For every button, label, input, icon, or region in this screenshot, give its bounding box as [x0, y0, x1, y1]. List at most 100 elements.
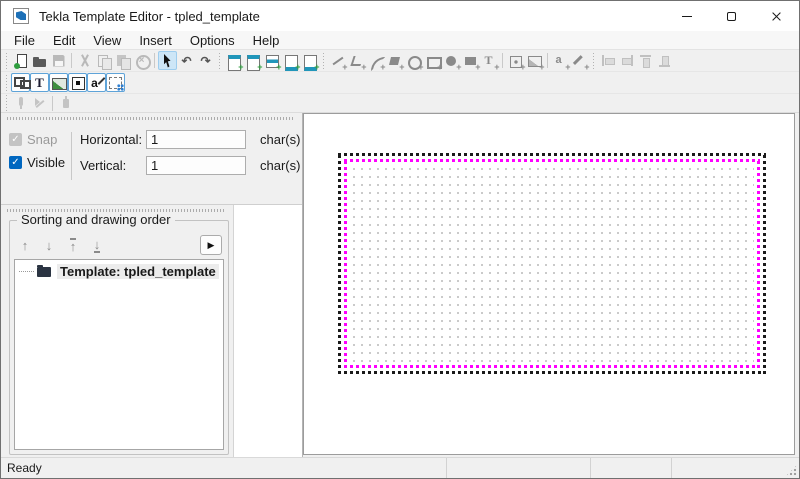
insert-header-button[interactable] — [224, 51, 243, 70]
toolbar-separator — [71, 53, 72, 68]
add-polygon-button[interactable] — [385, 51, 404, 70]
insert-page-footer-icon — [283, 53, 299, 69]
flt-value-field-button[interactable] — [87, 73, 106, 92]
add-filled-circle-button[interactable] — [442, 51, 461, 70]
toolbar-separator — [502, 53, 503, 68]
menu-item-help[interactable]: Help — [244, 32, 289, 49]
insert-page-header-button[interactable] — [243, 51, 262, 70]
move-to-front-icon: ↑ — [70, 238, 77, 253]
tree-row[interactable]: Template: tpled_template — [15, 260, 223, 281]
expand-right-icon: ▶ — [208, 240, 215, 251]
flt-geometry-button[interactable] — [11, 73, 30, 92]
add-symbol-icon — [508, 53, 524, 69]
toolbar-extra — [1, 94, 799, 113]
status-cell — [671, 458, 799, 478]
add-picture-button[interactable] — [525, 51, 544, 70]
move-to-back-button[interactable]: ↓ — [88, 236, 106, 254]
flt-component-button[interactable] — [106, 73, 125, 92]
toolbar-standard: ↶↷ — [1, 50, 799, 72]
undo-button[interactable]: ↶ — [177, 51, 196, 70]
app-window: Tekla Template Editor - tpled_template F… — [0, 0, 800, 479]
add-symbol-button[interactable] — [506, 51, 525, 70]
title-bar: Tekla Template Editor - tpled_template — [1, 1, 799, 31]
add-rectangle-button[interactable] — [423, 51, 442, 70]
tool-fill-icon — [58, 95, 74, 111]
menu-item-edit[interactable]: Edit — [44, 32, 84, 49]
move-to-front-button[interactable]: ↑ — [64, 236, 82, 254]
flt-symbol-icon — [70, 75, 86, 91]
open-file-button[interactable] — [30, 51, 49, 70]
delete-button — [132, 51, 151, 70]
toolbar-grip[interactable] — [321, 53, 326, 69]
add-graphical-field-button[interactable] — [570, 51, 589, 70]
add-arc-icon — [368, 53, 384, 69]
toolbar-grip[interactable] — [591, 53, 596, 69]
menu-item-view[interactable]: View — [84, 32, 130, 49]
tool-pen-icon — [13, 95, 29, 111]
move-up-button[interactable]: ↑ — [16, 236, 34, 254]
vertical-field-row: Vertical: char(s) — [80, 156, 300, 175]
undo-icon: ↶ — [179, 53, 195, 69]
expand-panel-button[interactable]: ▶ — [200, 235, 222, 255]
close-button[interactable] — [754, 1, 799, 31]
add-text-button[interactable] — [480, 51, 499, 70]
horizontal-input[interactable] — [146, 130, 246, 149]
add-filled-rectangle-button[interactable] — [461, 51, 480, 70]
visible-checkbox[interactable]: ✓ — [9, 156, 22, 169]
add-circle-button[interactable] — [404, 51, 423, 70]
tool-angle-icon — [32, 95, 48, 111]
toolbar-grip[interactable] — [4, 75, 9, 91]
horizontal-unit: char(s) — [260, 132, 300, 147]
select-icon — [160, 53, 176, 69]
status-bar: Ready — [1, 457, 799, 478]
flt-geometry-icon — [13, 75, 29, 91]
redo-icon: ↷ — [198, 53, 214, 69]
flt-symbol-button[interactable] — [68, 73, 87, 92]
insert-footer-button[interactable] — [300, 51, 319, 70]
select-button[interactable] — [158, 51, 177, 70]
checkbox-column: ✓ Snap ✓ Visible — [9, 130, 67, 180]
redo-button[interactable]: ↷ — [196, 51, 215, 70]
close-icon — [771, 11, 782, 22]
move-down-button[interactable]: ↓ — [40, 236, 58, 254]
folder-icon — [37, 267, 51, 277]
align-right-button — [617, 51, 636, 70]
copy-button — [94, 51, 113, 70]
sorting-section: Sorting and drawing order ↑↓↑↓▶ Template… — [1, 205, 302, 457]
flt-text-button[interactable] — [30, 73, 49, 92]
snap-label: Snap — [27, 132, 57, 147]
copy-icon — [96, 53, 112, 69]
tool-pen-button — [11, 94, 30, 113]
add-circle-icon — [406, 53, 422, 69]
flt-picture-button[interactable] — [49, 73, 68, 92]
align-right-icon — [619, 53, 635, 69]
align-bottom-icon — [657, 53, 673, 69]
new-file-icon — [13, 53, 29, 69]
drawing-canvas[interactable] — [303, 113, 795, 455]
menu-item-insert[interactable]: Insert — [130, 32, 181, 49]
add-arc-button[interactable] — [366, 51, 385, 70]
vertical-input[interactable] — [146, 156, 246, 175]
new-file-button[interactable] — [11, 51, 30, 70]
template-tree: Template: tpled_template — [14, 259, 224, 450]
canvas-wrap — [303, 113, 799, 457]
add-polyline-button[interactable] — [347, 51, 366, 70]
insert-row-button[interactable] — [262, 51, 281, 70]
panel-grip[interactable] — [7, 117, 294, 120]
sorting-panel: Sorting and drawing order ↑↓↑↓▶ Template… — [1, 205, 233, 457]
toolbar-separator — [154, 53, 155, 68]
toolbar-grip[interactable] — [217, 53, 222, 69]
menu-item-options[interactable]: Options — [181, 32, 244, 49]
toolbar-grip[interactable] — [4, 95, 9, 111]
maximize-icon — [727, 12, 736, 21]
vertical-divider — [71, 132, 72, 180]
menu-item-file[interactable]: File — [5, 32, 44, 49]
toolbar-grip[interactable] — [4, 53, 9, 69]
maximize-button[interactable] — [709, 1, 754, 31]
minimize-button[interactable] — [664, 1, 709, 31]
check-icon: ✓ — [11, 157, 19, 168]
vertical-label: Vertical: — [80, 158, 146, 173]
add-line-button[interactable] — [328, 51, 347, 70]
add-value-field-button[interactable] — [551, 51, 570, 70]
insert-page-footer-button[interactable] — [281, 51, 300, 70]
